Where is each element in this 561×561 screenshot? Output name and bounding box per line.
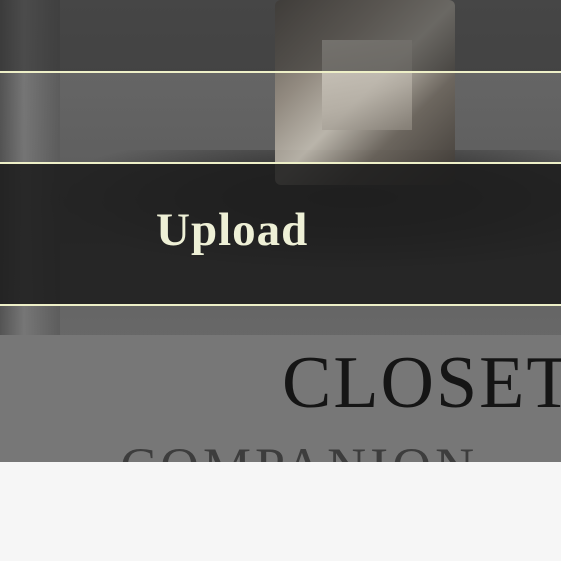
- divider-line-top: [0, 71, 561, 73]
- upload-button-label[interactable]: Upload: [156, 207, 308, 254]
- photo-book-title: CLOSET: [282, 342, 561, 424]
- photo-book-subtitle: COMPANION: [120, 440, 478, 462]
- divider-line-bottom: [0, 304, 561, 306]
- top-overlay-band: [0, 0, 561, 71]
- upload-screen: CLOSET COMPANION Upload: [0, 0, 561, 561]
- bottom-panel: [0, 462, 561, 561]
